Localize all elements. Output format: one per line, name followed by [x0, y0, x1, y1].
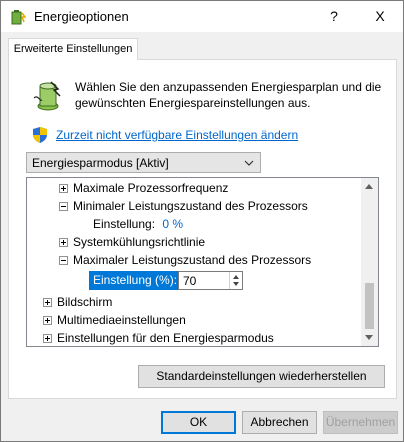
setting-label-selected[interactable]: Einstellung (%):: [89, 271, 182, 290]
scroll-thumb[interactable]: [365, 283, 374, 329]
max-processor-state-stepper[interactable]: 70: [178, 271, 243, 290]
tree-item-label: Maximaler Leistungszustand des Prozessor…: [73, 253, 312, 267]
uac-shield-icon: [33, 127, 47, 143]
stepper-value[interactable]: 70: [183, 274, 196, 288]
decrement-icon[interactable]: [233, 282, 239, 286]
chevron-down-icon: [244, 160, 254, 166]
tree-item-label: Minimaler Leistungszustand des Prozessor…: [73, 199, 308, 213]
change-unavailable-settings-link[interactable]: Zurzeit nicht verfügbare Einstellungen ä…: [56, 128, 298, 142]
restore-defaults-button[interactable]: Standardeinstellungen wiederherstellen: [138, 365, 385, 388]
power-plan-value: Energiesparmodus [Aktiv]: [32, 156, 169, 170]
setting-value[interactable]: 0 %: [162, 217, 183, 231]
expand-icon[interactable]: [43, 334, 52, 343]
expand-icon[interactable]: [59, 238, 68, 247]
stepper-buttons[interactable]: [229, 272, 242, 289]
vertical-scrollbar[interactable]: [361, 178, 378, 346]
power-options-icon: [11, 10, 26, 25]
scroll-down-icon[interactable]: [365, 335, 373, 340]
expand-icon[interactable]: [43, 316, 52, 325]
description-text: Wählen Sie den anzupassenden Energiespar…: [75, 80, 382, 110]
expand-icon[interactable]: [59, 184, 68, 193]
settings-tree[interactable]: Maximale Prozessorfrequenz Minimaler Lei…: [26, 177, 379, 347]
scroll-up-icon[interactable]: [365, 184, 373, 189]
increment-icon[interactable]: [233, 275, 239, 279]
tab-advanced-settings[interactable]: Erweiterte Einstellungen: [8, 38, 138, 60]
cancel-button[interactable]: Abbrechen: [242, 411, 317, 434]
tree-item-label: Maximale Prozessorfrequenz: [73, 181, 229, 195]
tree-item-label: Einstellungen für den Energiesparmodus: [57, 331, 274, 345]
collapse-icon[interactable]: [59, 256, 68, 265]
help-button[interactable]: ?: [311, 1, 357, 32]
setting-row[interactable]: Einstellung: 0 %: [93, 215, 183, 233]
tree-item-label: Bildschirm: [57, 295, 113, 309]
power-options-dialog: Energieoptionen ? X Erweiterte Einstellu…: [0, 0, 404, 442]
battery-power-icon: [33, 81, 61, 111]
close-button[interactable]: X: [357, 1, 403, 32]
apply-button[interactable]: Übernehmen: [323, 411, 398, 434]
tree-item-label: Multimediaeinstellungen: [57, 313, 186, 327]
tree-item-label: Systemkühlungsrichtlinie: [73, 235, 206, 249]
window-title: Energieoptionen: [34, 9, 129, 24]
power-plan-dropdown[interactable]: Energiesparmodus [Aktiv]: [26, 152, 261, 173]
setting-label: Einstellung:: [93, 217, 156, 231]
expand-icon[interactable]: [43, 298, 52, 307]
ok-button[interactable]: OK: [161, 411, 236, 434]
collapse-icon[interactable]: [59, 202, 68, 211]
tab-panel: Wählen Sie den anzupassenden Energiespar…: [8, 59, 397, 399]
title-bar: Energieoptionen ? X: [1, 1, 403, 32]
